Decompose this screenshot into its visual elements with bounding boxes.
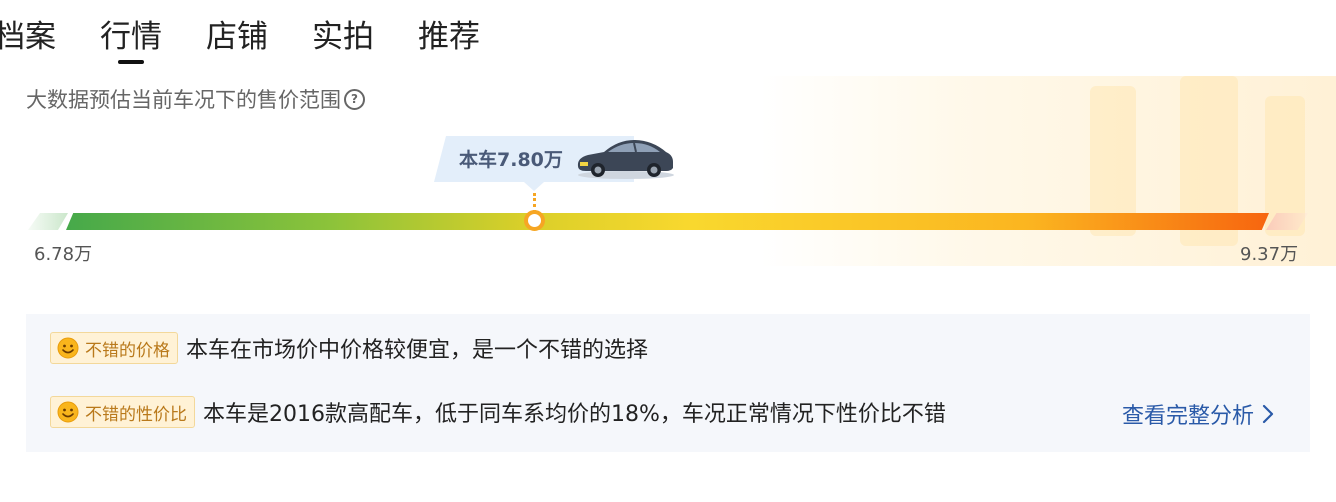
summary-row: 不错的价格 本车在市场价中价格较便宜，是一个不错的选择	[50, 332, 648, 364]
tab-market[interactable]: 行情	[100, 16, 162, 64]
summary-text: 本车是2016款高配车，低于同车系均价的18%，车况正常情况下性价比不错	[203, 402, 946, 427]
price-max-label: 9.37万	[1240, 244, 1299, 265]
link-label: 查看完整分析	[1122, 404, 1255, 429]
smile-icon	[57, 401, 79, 423]
summary-text: 本车在市场价中价格较便宜，是一个不错的选择	[186, 338, 649, 363]
background-decoration	[760, 76, 1336, 266]
tab-label: 店铺	[206, 19, 268, 55]
tag-label: 不错的性价比	[85, 404, 187, 425]
summary-row: 不错的性价比 本车是2016款高配车，低于同车系均价的18%，车况正常情况下性价…	[50, 396, 946, 428]
price-summary-panel: 不错的价格 本车在市场价中价格较便宜，是一个不错的选择 不错的性价比 本车是20…	[26, 314, 1310, 452]
tab-bar: 档案 行情 店铺 实拍 推荐	[0, 16, 524, 64]
question-circle-icon[interactable]: ?	[344, 88, 365, 110]
car-icon	[577, 140, 674, 179]
tab-label: 行情	[100, 19, 162, 55]
tab-recommend[interactable]: 推荐	[418, 16, 480, 58]
tag-label: 不错的价格	[85, 340, 170, 361]
tab-active-indicator	[118, 60, 144, 64]
price-tag: 不错的价格	[50, 332, 178, 364]
subtitle-text: 大数据预估当前车况下的售价范围	[26, 88, 341, 112]
bubble-pointer	[524, 182, 544, 191]
price-range-subtitle: 大数据预估当前车况下的售价范围 ?	[26, 84, 365, 114]
tab-photos[interactable]: 实拍	[312, 16, 374, 58]
current-price-marker	[524, 210, 545, 231]
tab-label: 档案	[0, 19, 56, 55]
tab-shop[interactable]: 店铺	[206, 16, 268, 58]
view-full-analysis-link[interactable]: 查看完整分析	[1122, 398, 1274, 430]
smile-icon	[57, 337, 79, 359]
value-tag: 不错的性价比	[50, 396, 195, 428]
chevron-right-icon	[1262, 404, 1274, 424]
tab-label: 实拍	[312, 19, 374, 55]
current-price-label: 本车7.80万	[459, 149, 563, 171]
tab-label: 推荐	[418, 19, 480, 55]
price-bar-left-cap	[28, 213, 68, 230]
price-min-label: 6.78万	[34, 244, 93, 265]
price-range-bar	[66, 213, 1269, 230]
tab-archive[interactable]: 档案	[0, 16, 56, 58]
